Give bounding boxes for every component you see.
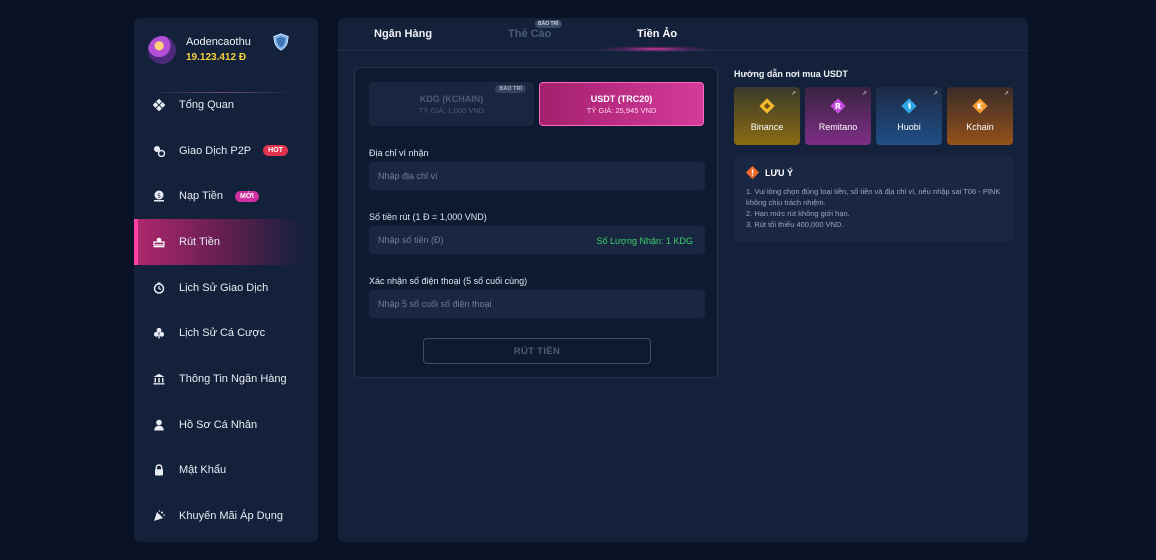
tab-bank[interactable]: Ngân Hàng <box>374 28 432 40</box>
balance: 19.123.412 Đ <box>186 52 247 63</box>
remitano-logo-icon: R <box>830 98 846 114</box>
sidebar-menu: Tổng Quan Giao Dịch P2P HOT $ Nạp Tiền M… <box>134 82 318 539</box>
external-link-icon: ↗ <box>861 91 867 97</box>
p2p-icon <box>153 145 165 157</box>
hot-badge: HOT <box>263 145 288 157</box>
kchain-logo-icon <box>972 98 988 114</box>
notice-item: 3. Rút tối thiểu 400,000 VND. <box>746 220 844 229</box>
withdraw-button[interactable]: RÚT TIỀN <box>423 338 651 364</box>
notice-list: 1. Vui lòng chọn đúng loại tiền, số tiền… <box>746 186 1008 230</box>
svg-text:$: $ <box>157 193 161 200</box>
maintenance-badge: BẢO TRÌ <box>535 20 562 28</box>
amount-label: Số tiền rút (1 Đ = 1,000 VND) <box>369 212 487 222</box>
warning-icon <box>746 166 759 179</box>
sidebar-item-label: Hồ Sơ Cá Nhân <box>179 418 258 431</box>
external-link-icon: ↗ <box>790 91 796 97</box>
bet-history-icon <box>153 327 165 339</box>
external-link-icon: ↗ <box>932 91 938 97</box>
sidebar-item-password[interactable]: Mật Khẩu <box>134 448 318 494</box>
sidebar-item-label: Mật Khẩu <box>179 464 227 477</box>
avatar[interactable] <box>148 36 176 64</box>
sidebar-item-deposit[interactable]: $ Nạp Tiền MỚI <box>134 173 318 219</box>
phone-label: Xác nhận số điện thoại (5 số cuối cùng) <box>369 276 528 286</box>
huobi-logo-icon <box>901 98 917 114</box>
exchange-name: Huobi <box>897 122 921 132</box>
exchange-list: ↗ Binance ↗ R Remitano ↗ Huobi ↗ Kchain <box>734 87 1014 145</box>
coin-option-kdg[interactable]: BẢO TRÌ KDG (KCHAIN) TỶ GIÁ: 1,000 VND <box>369 82 534 126</box>
overview-icon <box>153 98 165 111</box>
main-panel: Ngân Hàng Thẻ Cào BẢO TRÌ Tiền Ảo BẢO TR… <box>338 18 1028 542</box>
history-icon <box>153 282 165 294</box>
coin-name: USDT (TRC20) <box>590 93 653 104</box>
sidebar-item-label: Lịch Sử Cá Cược <box>179 327 266 340</box>
sidebar-item-label: Lịch Sử Giao Dịch <box>179 281 269 294</box>
coin-name: KDG (KCHAIN) <box>419 93 484 104</box>
deposit-icon: $ <box>153 190 165 202</box>
tab-card[interactable]: Thẻ Cào <box>508 28 551 40</box>
username: Aodencaothu <box>186 36 251 48</box>
promo-icon <box>153 510 165 522</box>
sidebar-item-label: Khuyến Mãi Áp Dụng <box>179 510 283 523</box>
sidebar-item-withdraw[interactable]: Rút Tiền <box>134 219 318 265</box>
sidebar-item-p2p[interactable]: Giao Dịch P2P HOT <box>134 128 318 174</box>
exchange-binance[interactable]: ↗ Binance <box>734 87 800 145</box>
sidebar-item-label: Thông Tin Ngân Hàng <box>179 372 287 385</box>
notice-title: LƯU Ý <box>765 168 793 178</box>
phone-digits-input[interactable] <box>369 290 705 318</box>
active-tab-indicator <box>600 46 710 52</box>
exchange-kchain[interactable]: ↗ Kchain <box>947 87 1013 145</box>
exchange-name: Kchain <box>966 122 994 132</box>
exchange-name: Remitano <box>818 122 858 132</box>
svg-text:R: R <box>835 101 842 111</box>
sidebar-item-label: Giao Dịch P2P <box>179 144 252 157</box>
notice-box: LƯU Ý 1. Vui lòng chọn đúng loại tiền, s… <box>734 155 1013 242</box>
wallet-address-input[interactable] <box>369 162 705 190</box>
withdraw-form: BẢO TRÌ KDG (KCHAIN) TỶ GIÁ: 1,000 VND U… <box>354 67 718 378</box>
sidebar-item-overview[interactable]: Tổng Quan <box>134 82 318 128</box>
sidebar-item-label: Rút Tiền <box>179 235 220 248</box>
exchange-name: Binance <box>750 122 784 132</box>
sidebar-item-profile[interactable]: Hồ Sơ Cá Nhân <box>134 402 318 448</box>
notice-item: 1. Vui lòng chọn đúng loại tiền, số tiền… <box>746 187 1001 207</box>
coin-rate: TỶ GIÁ: 1,000 VND <box>418 105 485 115</box>
notice-item: 2. Hạn mức rút không giới hạn. <box>746 209 850 218</box>
withdraw-icon <box>153 236 165 248</box>
sidebar: Aodencaothu 19.123.412 Đ Tổng Quan Giao … <box>134 18 318 542</box>
binance-logo-icon <box>759 98 775 114</box>
sidebar-item-promotions[interactable]: Khuyến Mãi Áp Dụng <box>134 493 318 539</box>
sidebar-item-bank-info[interactable]: Thông Tin Ngân Hàng <box>134 356 318 402</box>
payment-tabs: Ngân Hàng Thẻ Cào BẢO TRÌ Tiền Ảo <box>338 18 1028 52</box>
profile-icon <box>153 419 165 431</box>
sidebar-item-label: Nạp Tiền <box>179 190 224 203</box>
exchange-huobi[interactable]: ↗ Huobi <box>876 87 942 145</box>
exchange-remitano[interactable]: ↗ R Remitano <box>805 87 871 145</box>
sidebar-item-bet-history[interactable]: Lịch Sử Cá Cược <box>134 310 318 356</box>
tab-crypto[interactable]: Tiền Ảo <box>637 28 677 40</box>
address-label: Địa chỉ ví nhận <box>369 148 429 158</box>
receive-amount: Số Lượng Nhận: 1 KDG <box>596 236 693 246</box>
lock-icon <box>153 464 165 476</box>
external-link-icon: ↗ <box>1003 91 1009 97</box>
maintenance-badge: BẢO TRÌ <box>495 85 526 93</box>
user-profile[interactable]: Aodencaothu 19.123.412 Đ <box>148 32 308 76</box>
sidebar-item-label: Tổng Quan <box>179 98 235 111</box>
bank-icon <box>153 373 165 385</box>
coin-option-usdt[interactable]: USDT (TRC20) TỶ GIÁ: 25,945 VND <box>539 82 704 126</box>
guide-title: Hướng dẫn nơi mua USDT <box>734 69 848 79</box>
coin-rate: TỶ GIÁ: 25,945 VND <box>586 105 657 115</box>
new-badge: MỚI <box>235 190 259 202</box>
sidebar-item-transaction-history[interactable]: Lịch Sử Giao Dịch <box>134 265 318 311</box>
shield-icon <box>273 33 289 51</box>
